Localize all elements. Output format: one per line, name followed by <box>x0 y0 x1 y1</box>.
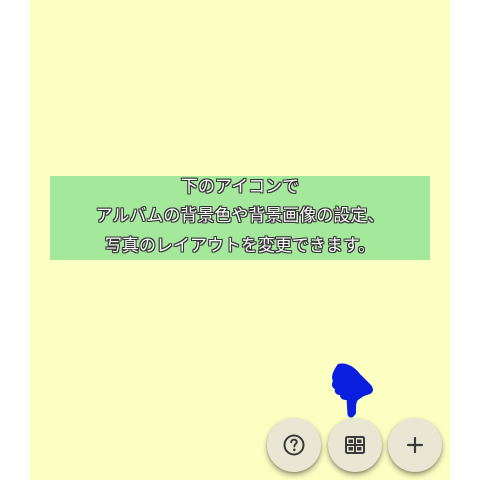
hint-line-1: 下のアイコンで <box>180 177 300 197</box>
help-button[interactable] <box>267 418 321 472</box>
plus-icon <box>405 435 425 455</box>
hint-banner: 下のアイコンで アルバムの背景色や背景画像の設定、 写真のレイアウトを変更できま… <box>50 176 430 260</box>
hint-line-3: 写真のレイアウトを変更できます。 <box>104 236 376 256</box>
add-button[interactable] <box>388 418 442 472</box>
help-circle-icon <box>282 433 306 457</box>
pointing-hand-icon <box>330 362 376 418</box>
hint-line-2: アルバムの背景色や背景画像の設定、 <box>95 206 385 226</box>
screen: 下のアイコンで アルバムの背景色や背景画像の設定、 写真のレイアウトを変更できま… <box>0 0 480 480</box>
grid-layout-icon <box>344 434 366 456</box>
album-canvas[interactable]: 下のアイコンで アルバムの背景色や背景画像の設定、 写真のレイアウトを変更できま… <box>30 0 450 480</box>
layout-settings-button[interactable] <box>328 418 382 472</box>
